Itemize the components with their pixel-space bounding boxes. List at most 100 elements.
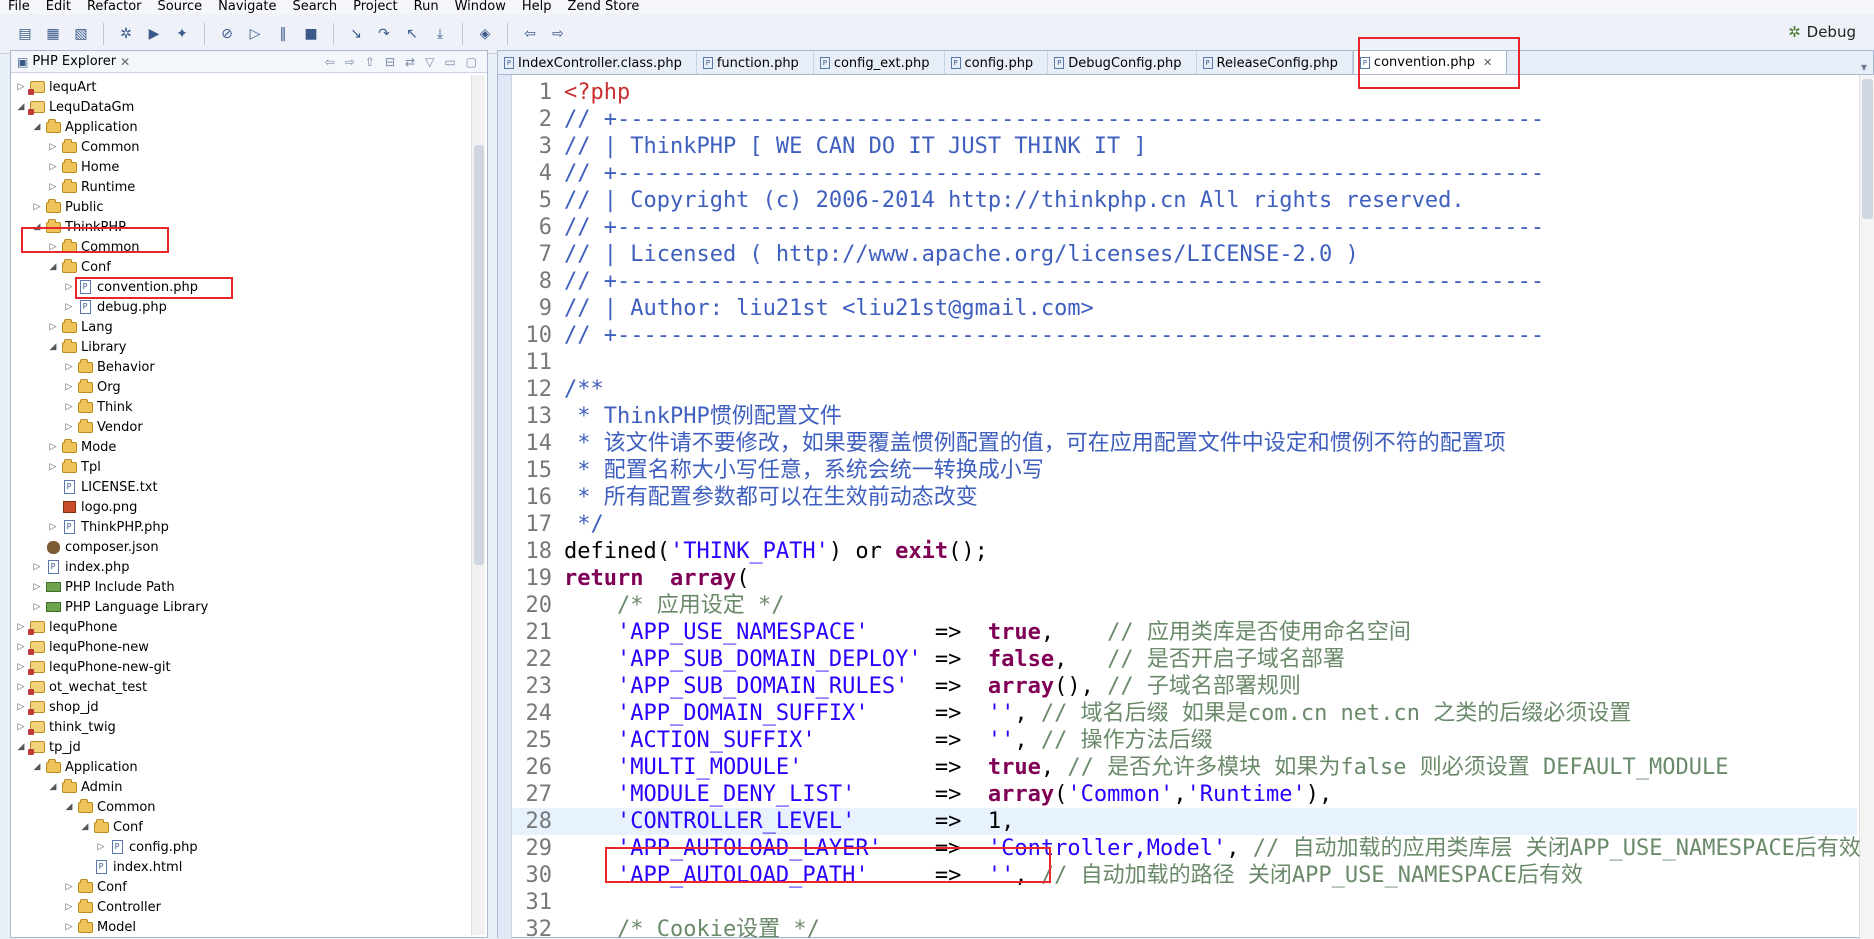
tree-item[interactable]: ▷ lequPhone-new-git bbox=[11, 657, 487, 677]
tree-item[interactable]: ◢ Common bbox=[11, 797, 487, 817]
collapsed-arrow-icon[interactable]: ▷ bbox=[47, 142, 59, 152]
tree-item[interactable]: ▷ lequPhone-new bbox=[11, 637, 487, 657]
code-line[interactable]: 14 * 该文件请不要修改，如果要覆盖惯例配置的值，可在应用配置文件中设定和惯例… bbox=[512, 430, 1506, 457]
tree-item[interactable]: ▷ Pdebug.php bbox=[11, 297, 487, 317]
tree-item[interactable]: ▷ ot_wechat_test bbox=[11, 677, 487, 697]
collapsed-arrow-icon[interactable]: ▷ bbox=[63, 882, 75, 892]
code-line[interactable]: 27 'MODULE_DENY_LIST' => array('Common',… bbox=[512, 781, 1333, 808]
collapsed-arrow-icon[interactable]: ▷ bbox=[15, 622, 27, 632]
tree-item[interactable]: ▷ Lang bbox=[11, 317, 487, 337]
tree-item[interactable]: logo.png bbox=[11, 497, 487, 517]
resume-icon[interactable]: ▷ bbox=[244, 23, 266, 45]
collapsed-arrow-icon[interactable]: ▷ bbox=[47, 462, 59, 472]
code-line[interactable]: 17 */ bbox=[512, 511, 604, 538]
collapsed-arrow-icon[interactable]: ▷ bbox=[31, 602, 43, 612]
collapsed-arrow-icon[interactable]: ▷ bbox=[63, 282, 75, 292]
menu-window[interactable]: Window bbox=[447, 0, 514, 14]
menu-edit[interactable]: Edit bbox=[38, 0, 79, 14]
tree-item[interactable]: Pindex.html bbox=[11, 857, 487, 877]
code-line[interactable]: 24 'APP_DOMAIN_SUFFIX' => '', // 域名后缀 如果… bbox=[512, 700, 1632, 727]
code-line[interactable]: 3 // | ThinkPHP [ WE CAN DO IT JUST THINK… bbox=[512, 133, 1147, 160]
editor-tab[interactable]: P DebugConfig.php bbox=[1048, 52, 1197, 74]
collapsed-arrow-icon[interactable]: ▷ bbox=[63, 362, 75, 372]
code-line[interactable]: 16 * 所有配置参数都可以在生效前动态改变 bbox=[512, 484, 978, 511]
collapsed-arrow-icon[interactable]: ▷ bbox=[63, 922, 75, 932]
code-line[interactable]: 10 // +----------------------------------… bbox=[512, 322, 1545, 349]
expanded-arrow-icon[interactable]: ◢ bbox=[31, 762, 43, 772]
save-icon[interactable]: ▦ bbox=[42, 23, 64, 45]
tree-item[interactable]: ▷ Mode bbox=[11, 437, 487, 457]
collapsed-arrow-icon[interactable]: ▷ bbox=[15, 662, 27, 672]
collapsed-arrow-icon[interactable]: ▷ bbox=[63, 382, 75, 392]
tree-item[interactable]: ▷ Pindex.php bbox=[11, 557, 487, 577]
run-icon[interactable]: ▶ bbox=[143, 23, 165, 45]
menu-run[interactable]: Run bbox=[406, 0, 447, 14]
editor-tab[interactable]: Pfunction.php bbox=[697, 52, 814, 74]
tree-item[interactable]: ◢ LequDataGm bbox=[11, 97, 487, 117]
collapsed-arrow-icon[interactable]: ▷ bbox=[47, 322, 59, 332]
external-tools-icon[interactable]: ✦ bbox=[171, 23, 193, 45]
collapsed-arrow-icon[interactable]: ▷ bbox=[63, 422, 75, 432]
tree-item[interactable]: ▷ Home bbox=[11, 157, 487, 177]
collapsed-arrow-icon[interactable]: ▷ bbox=[15, 82, 27, 92]
close-icon[interactable]: ✕ bbox=[120, 55, 130, 69]
expanded-arrow-icon[interactable]: ◢ bbox=[63, 802, 75, 812]
explorer-scrollbar[interactable] bbox=[471, 75, 485, 935]
code-line[interactable]: 25 'ACTION_SUFFIX' => '', // 操作方法后缀 bbox=[512, 727, 1213, 754]
code-area[interactable]: 1 <?php 2 // +-----------------------------… bbox=[498, 75, 1874, 939]
code-line[interactable]: 6 // +-----------------------------------… bbox=[512, 214, 1544, 241]
tree-item[interactable]: ▷ Controller bbox=[11, 897, 487, 917]
code-line[interactable]: 20 /* 应用设定 */ bbox=[512, 592, 785, 619]
editor-tab[interactable]: Pconfig.php bbox=[945, 52, 1049, 74]
editor-tab[interactable]: Pconfig_ext.php bbox=[814, 52, 945, 74]
expanded-arrow-icon[interactable]: ◢ bbox=[47, 782, 59, 792]
code-line[interactable]: 12 /** bbox=[512, 376, 604, 403]
tree-item[interactable]: ▷ Model bbox=[11, 917, 487, 937]
editor-tab[interactable]: P IndexController.class.php bbox=[498, 52, 697, 74]
tree-item[interactable]: ▷ Common bbox=[11, 137, 487, 157]
code-line[interactable]: 26 'MULTI_MODULE' => true, // 是否允许多模块 如果… bbox=[512, 754, 1729, 781]
drop-frame-icon[interactable]: ⤓ bbox=[429, 23, 451, 45]
collapsed-arrow-icon[interactable]: ▷ bbox=[47, 522, 59, 532]
code-line[interactable]: 18 defined('THINK_PATH') or exit(); bbox=[512, 538, 988, 565]
editor-tab[interactable]: P ReleaseConfig.php bbox=[1197, 52, 1353, 74]
menu-refactor[interactable]: Refactor bbox=[79, 0, 150, 14]
code-line[interactable]: 13 * ThinkPHP惯例配置文件 bbox=[512, 403, 842, 430]
code-line[interactable]: 28 'CONTROLLER_LEVEL' => 1, bbox=[512, 808, 1857, 835]
code-line[interactable]: 22 'APP_SUB_DOMAIN_DEPLOY' => false, // … bbox=[512, 646, 1345, 673]
menu-help[interactable]: Help bbox=[514, 0, 560, 14]
tabs-overflow-icon[interactable]: ▾ bbox=[1861, 60, 1873, 74]
forward-icon[interactable]: ⇨ bbox=[547, 23, 569, 45]
tree-item[interactable]: ▷ lequPhone bbox=[11, 617, 487, 637]
tree-item[interactable]: ▷ Behavior bbox=[11, 357, 487, 377]
tree-item[interactable]: composer.json bbox=[11, 537, 487, 557]
step-into-icon[interactable]: ↘ bbox=[345, 23, 367, 45]
code-line[interactable]: 1 <?php bbox=[512, 79, 630, 106]
back-icon[interactable]: ⇦ bbox=[519, 23, 541, 45]
perspective-switcher[interactable]: ✲ Debug bbox=[1788, 18, 1856, 46]
editor-scrollbar[interactable] bbox=[1859, 75, 1874, 939]
code-line[interactable]: 21 'APP_USE_NAMESPACE' => true, // 应用类库是… bbox=[512, 619, 1411, 646]
menu-source[interactable]: Source bbox=[150, 0, 211, 14]
tree-item[interactable]: ▷ Pconfig.php bbox=[11, 837, 487, 857]
collapsed-arrow-icon[interactable]: ▷ bbox=[31, 582, 43, 592]
tree-item[interactable]: ▷ Think bbox=[11, 397, 487, 417]
php-explorer-tab[interactable]: ▣ PHP Explorer ✕ ⇦ ⇨ ⇧ ⊟ ⇄ ▽ ▭ ▢ bbox=[11, 51, 487, 73]
open-type-icon[interactable]: ◈ bbox=[474, 23, 496, 45]
collapsed-arrow-icon[interactable]: ▷ bbox=[15, 702, 27, 712]
debug-icon[interactable]: ✲ bbox=[115, 23, 137, 45]
tree-item[interactable]: ▷ Vendor bbox=[11, 417, 487, 437]
link-editor-icon[interactable]: ⇄ bbox=[405, 55, 415, 69]
expanded-arrow-icon[interactable]: ◢ bbox=[47, 262, 59, 272]
collapsed-arrow-icon[interactable]: ▷ bbox=[47, 182, 59, 192]
tree-item[interactable]: ◢ Conf bbox=[11, 257, 487, 277]
code-line[interactable]: 11 bbox=[512, 349, 564, 376]
save-all-icon[interactable]: ▧ bbox=[70, 23, 92, 45]
view-menu-icon[interactable]: ▽ bbox=[425, 55, 434, 69]
menu-project[interactable]: Project bbox=[345, 0, 405, 14]
forward-icon[interactable]: ⇨ bbox=[345, 55, 355, 69]
code-line[interactable]: 8 // +-----------------------------------… bbox=[512, 268, 1544, 295]
collapsed-arrow-icon[interactable]: ▷ bbox=[31, 562, 43, 572]
up-icon[interactable]: ⇧ bbox=[365, 55, 375, 69]
tree-item[interactable]: ▷ Tpl bbox=[11, 457, 487, 477]
